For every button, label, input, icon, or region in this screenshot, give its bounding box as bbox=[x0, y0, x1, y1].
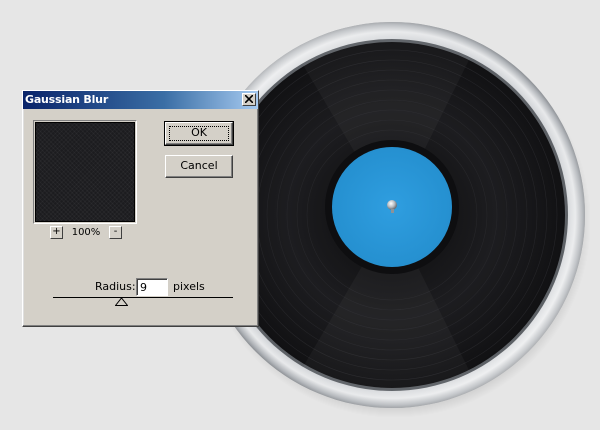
zoom-level-text: 100% bbox=[71, 227, 101, 238]
radius-label: Radius: bbox=[95, 280, 136, 293]
cancel-button[interactable]: Cancel bbox=[165, 155, 233, 178]
ok-button[interactable]: OK bbox=[164, 121, 234, 146]
spindle-base bbox=[391, 209, 394, 213]
zoom-in-button[interactable]: + bbox=[50, 226, 63, 239]
focus-ring bbox=[169, 126, 229, 141]
radius-slider-track[interactable] bbox=[53, 297, 233, 298]
radius-input[interactable] bbox=[136, 278, 168, 296]
close-icon bbox=[245, 95, 253, 103]
cancel-button-label: Cancel bbox=[180, 159, 218, 172]
blur-preview-pane[interactable] bbox=[33, 120, 137, 224]
radius-slider-thumb[interactable] bbox=[115, 298, 128, 306]
gaussian-blur-dialog: Gaussian Blur + 100% - OK Cancel Radius:… bbox=[22, 90, 259, 327]
workspace-canvas: Gaussian Blur + 100% - OK Cancel Radius:… bbox=[0, 0, 600, 430]
preview-image bbox=[35, 122, 135, 222]
dialog-title: Gaussian Blur bbox=[25, 93, 109, 106]
spindle-icon bbox=[387, 200, 397, 210]
zoom-out-button[interactable]: - bbox=[109, 226, 122, 239]
close-button[interactable] bbox=[242, 93, 256, 106]
radius-unit-label: pixels bbox=[173, 280, 205, 293]
dialog-titlebar[interactable]: Gaussian Blur bbox=[23, 91, 258, 109]
